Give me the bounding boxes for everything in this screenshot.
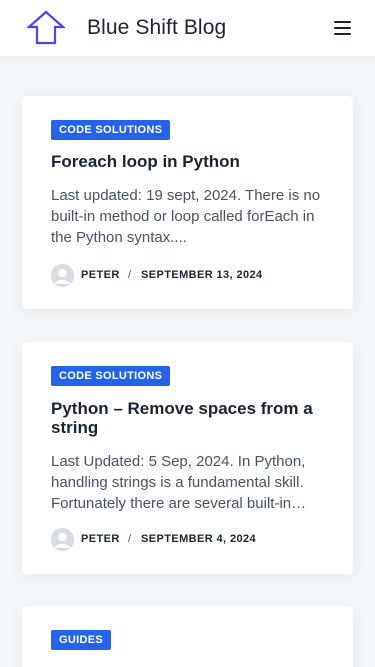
- post-date[interactable]: SEPTEMBER 13, 2024: [141, 269, 263, 281]
- house-arrow-icon[interactable]: [27, 10, 65, 46]
- post-title[interactable]: Foreach loop in Python: [51, 152, 331, 171]
- avatar[interactable]: [51, 528, 74, 551]
- category-badge[interactable]: CODE SOLUTIONS: [51, 366, 171, 386]
- post-date[interactable]: SEPTEMBER 4, 2024: [141, 533, 256, 545]
- post-meta: PETER / SEPTEMBER 4, 2024: [51, 528, 331, 551]
- meta-separator: /: [128, 533, 132, 545]
- post-excerpt: Last updated: 19 sept, 2024. There is no…: [51, 187, 321, 246]
- category-badge[interactable]: CODE SOLUTIONS: [51, 120, 171, 140]
- avatar[interactable]: [51, 264, 74, 287]
- post-title[interactable]: Python – Remove spaces from a string: [51, 399, 331, 437]
- post-author[interactable]: PETER: [81, 269, 120, 281]
- meta-separator: /: [128, 269, 132, 281]
- site-header: Blue Shift Blog: [0, 0, 375, 56]
- post-meta: PETER / SEPTEMBER 13, 2024: [51, 264, 331, 287]
- category-badge[interactable]: GUIDES: [51, 630, 111, 650]
- post-card: CODE SOLUTIONS Foreach loop in Python La…: [22, 96, 353, 309]
- hamburger-menu-icon[interactable]: [332, 18, 356, 38]
- post-excerpt: Last Updated: 5 Sep, 2024. In Python, ha…: [51, 453, 307, 512]
- site-title[interactable]: Blue Shift Blog: [87, 15, 226, 41]
- user-silhouette-icon: [51, 528, 74, 551]
- post-card: GUIDES: [22, 606, 353, 667]
- user-silhouette-icon: [51, 264, 74, 287]
- post-card: CODE SOLUTIONS Python – Remove spaces fr…: [22, 342, 353, 574]
- post-author[interactable]: PETER: [81, 533, 120, 545]
